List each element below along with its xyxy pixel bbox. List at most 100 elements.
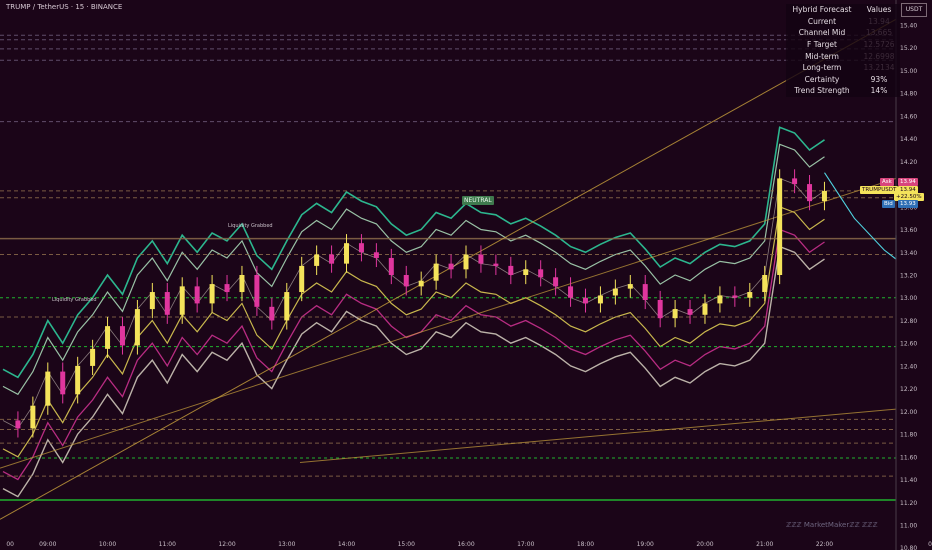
y-tick-label: 14.80 <box>900 91 917 98</box>
candle-body <box>433 263 439 281</box>
y-tick-label: 15.40 <box>900 23 917 30</box>
bid-label-tag: Bid <box>882 200 895 208</box>
candle-body <box>582 297 588 304</box>
candle-body <box>508 265 514 275</box>
x-tick-label: 10:00 <box>99 541 116 548</box>
y-tick-label: 12.40 <box>900 363 917 370</box>
liquidity-grabbed-label: Liquidity Grabbed <box>228 223 273 229</box>
candle-body <box>45 371 51 406</box>
candle-body <box>747 292 753 298</box>
x-tick-label: 00 <box>6 541 14 548</box>
candle-body <box>777 178 783 275</box>
y-tick-label: 13.00 <box>900 295 917 302</box>
candle-body <box>538 269 544 278</box>
x-tick-label: 15:00 <box>398 541 415 548</box>
candle-body <box>553 277 559 287</box>
x-tick-label: 22:00 <box>816 541 833 548</box>
forecast-header-values: Values <box>866 5 892 15</box>
y-tick-label: 10.80 <box>900 545 917 550</box>
candle-body <box>75 365 81 395</box>
y-tick-label: 12.20 <box>900 386 917 393</box>
candle-body <box>224 284 230 293</box>
neutral-label: NEUTRAL <box>462 196 494 205</box>
candle-body <box>523 269 529 275</box>
ask-label-tag: Ask <box>880 178 894 186</box>
x-tick-label: 14:00 <box>338 541 355 548</box>
y-tick-label: 12.80 <box>900 318 917 325</box>
forecast-row-label: Long-term <box>802 63 842 73</box>
candle-body <box>269 306 275 321</box>
y-tick-label: 11.20 <box>900 500 917 507</box>
y-tick-label: 12.60 <box>900 341 917 348</box>
forecast-row: Current 13.94 <box>786 16 900 28</box>
candle-body <box>642 284 648 300</box>
candle-body <box>344 243 350 264</box>
candle-body <box>403 275 409 287</box>
candle-body <box>60 371 66 395</box>
forecast-row-value: 13.665 <box>865 28 893 38</box>
x-tick-label: 21:00 <box>756 541 773 548</box>
currency-button[interactable]: USDT <box>901 3 927 17</box>
candle-body <box>164 292 170 315</box>
candle-body <box>30 405 36 429</box>
candle-body <box>418 280 424 287</box>
x-tick-label: 11:00 <box>159 541 176 548</box>
candle-body <box>821 190 827 202</box>
forecast-row-value: 14% <box>870 86 888 96</box>
y-tick-label: 11.00 <box>900 523 917 530</box>
x-tick-label: 12:00 <box>218 541 235 548</box>
forecast-row-label: F Target <box>807 40 837 50</box>
candle-body <box>284 292 290 321</box>
y-tick-label: 14.40 <box>900 136 917 143</box>
candle-body <box>702 303 708 315</box>
forecast-table: Hybrid Forecast Values Current 13.94 Chann… <box>786 4 900 97</box>
chart-title: TRUMP / TetherUS · 15 · BINANCE <box>6 3 123 11</box>
forecast-row-label: Trend Strength <box>794 86 850 96</box>
candle-body <box>358 243 364 253</box>
forecast-row: Long-term 13.2134 <box>786 62 900 74</box>
candle-body <box>478 254 484 264</box>
x-tick-label: 17:00 <box>517 541 534 548</box>
x-tick-label: 19:00 <box>637 541 654 548</box>
y-tick-label: 13.60 <box>900 227 917 234</box>
forecast-header-label: Hybrid Forecast <box>792 5 852 15</box>
forecast-row-value: 93% <box>870 74 888 84</box>
candle-body <box>687 309 693 315</box>
forecast-row: F Target 12.5726 <box>786 39 900 51</box>
candle-body <box>612 288 618 296</box>
watermark: ℤℤℤ MarketMakerℤℤ ℤℤℤ <box>786 521 878 529</box>
candle-body <box>627 284 633 289</box>
y-tick-label: 11.80 <box>900 432 917 439</box>
x-tick-label: 16:00 <box>457 541 474 548</box>
y-tick-label: 14.20 <box>900 159 917 166</box>
candle-body <box>90 348 96 366</box>
candle-body <box>314 254 320 266</box>
candle-body <box>672 309 678 319</box>
candle-body <box>792 178 798 185</box>
candle-body <box>299 265 305 293</box>
candle-body <box>762 275 768 293</box>
forecast-row-label: Current <box>807 16 837 26</box>
candle-body <box>119 326 125 346</box>
symbol-label-tag: TRUMPUSDT <box>860 186 899 194</box>
candle-body <box>463 254 469 270</box>
candle-body <box>568 286 574 298</box>
candle-body <box>732 295 738 298</box>
liquidity-grabbed-label-2: Liquidity Grabbed <box>52 297 97 303</box>
forecast-row-value: 13.94 <box>868 16 890 26</box>
forecast-row-label: Channel Mid <box>798 28 846 38</box>
x-tick-label: 00 <box>928 541 932 548</box>
candle-body <box>717 295 723 304</box>
candle-body <box>448 263 454 270</box>
forecast-row-value: 12.5726 <box>863 40 895 50</box>
y-tick-label: 15.20 <box>900 45 917 52</box>
candle-body <box>239 275 245 293</box>
candle-body <box>134 309 140 346</box>
ask-value-tag: 13.94 <box>898 178 918 186</box>
x-tick-label: 09:00 <box>39 541 56 548</box>
y-tick-label: 14.60 <box>900 113 917 120</box>
candle-body <box>194 286 200 304</box>
y-tick-label: 15.00 <box>900 68 917 75</box>
forecast-row-label: Mid-term <box>805 51 839 61</box>
candle-body <box>179 286 185 315</box>
